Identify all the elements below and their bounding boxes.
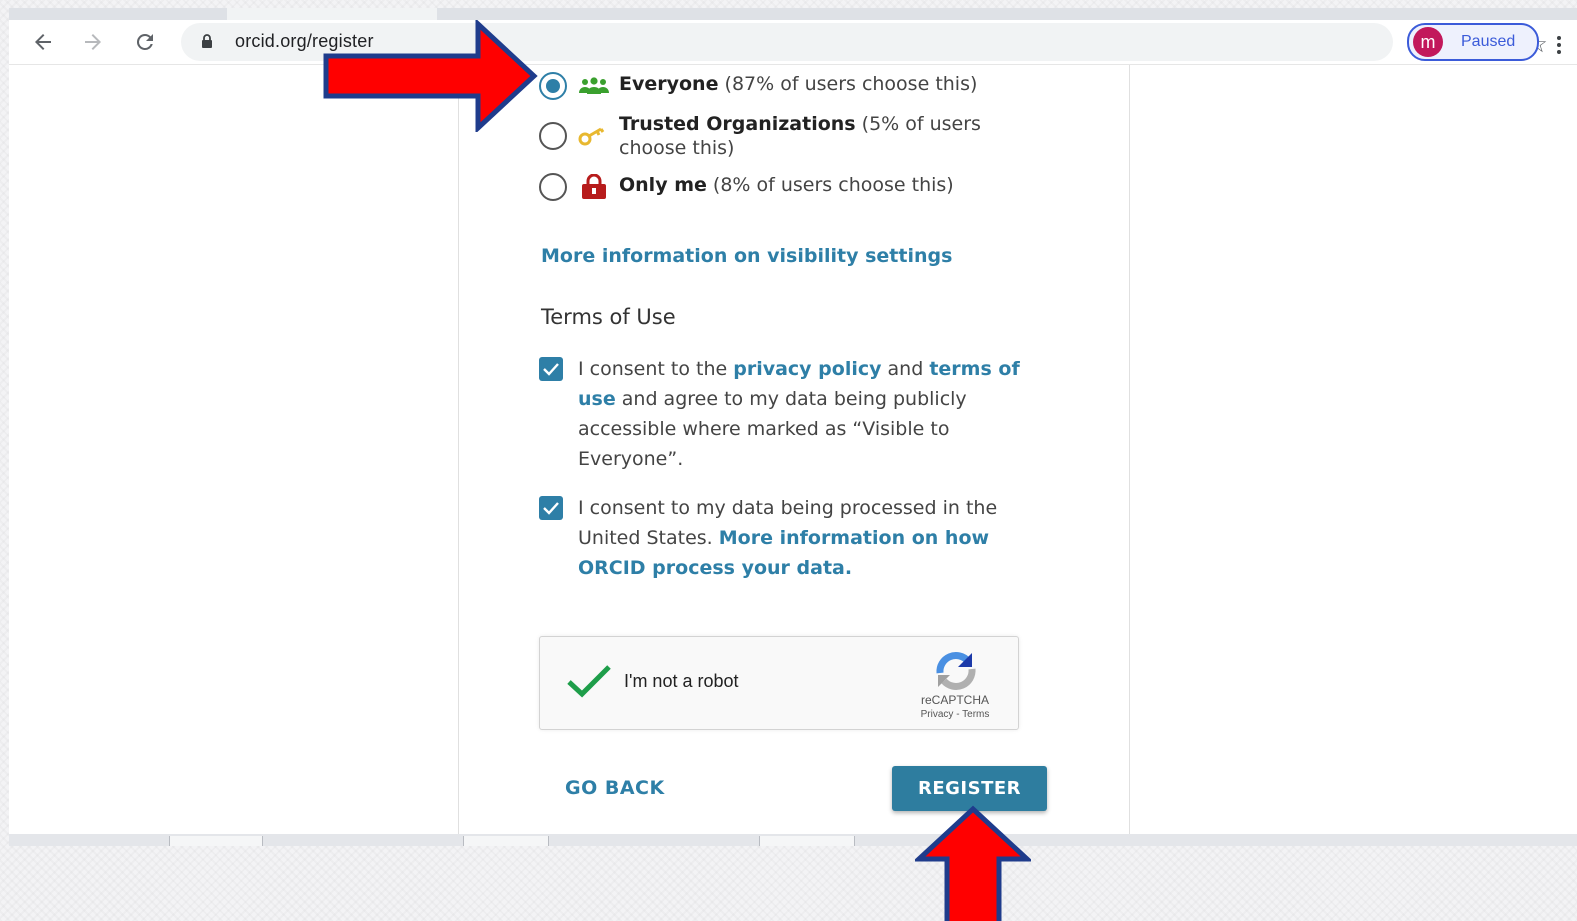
registration-card: Everyone (87% of users choose this) Trus… (458, 65, 1130, 846)
lock-icon (202, 34, 212, 48)
profile-button[interactable]: m Paused (1407, 23, 1539, 61)
visibility-info-link[interactable]: More information on visibility settings (541, 245, 952, 267)
forward-button[interactable] (75, 24, 111, 60)
profile-status: Paused (1461, 33, 1516, 50)
radio-trusted[interactable] (539, 122, 567, 150)
captcha-checkmark-icon[interactable] (566, 661, 612, 701)
active-tab[interactable] (227, 8, 437, 20)
annotation-arrow-up (915, 805, 1031, 921)
reload-button[interactable] (127, 24, 163, 60)
terms-heading: Terms of Use (541, 305, 676, 329)
recaptcha-links[interactable]: Privacy - Terms (902, 709, 1008, 720)
privacy-policy-link[interactable]: privacy policy (733, 358, 881, 380)
people-icon (577, 72, 611, 100)
visibility-label: Only me (8% of users choose this) (619, 174, 954, 196)
avatar: m (1413, 27, 1443, 57)
browser-toolbar: orcid.org/register ☆ m Paused (9, 20, 1577, 65)
consent-processing-row: I consent to my data being processed in … (539, 493, 1059, 583)
lock-icon (577, 173, 611, 201)
menu-kebab-icon[interactable] (1557, 34, 1563, 56)
forward-arrow-icon (85, 34, 101, 50)
back-button[interactable] (25, 24, 61, 60)
checkmark-icon (543, 502, 559, 515)
consent-processing-text: I consent to my data being processed in … (578, 497, 998, 579)
consent-privacy-text: I consent to the privacy policy and term… (578, 358, 1020, 470)
radio-only-me[interactable] (539, 173, 567, 201)
key-icon (577, 122, 611, 150)
consent-privacy-checkbox[interactable] (539, 357, 563, 381)
visibility-option-trusted[interactable]: Trusted Organizations (5% of users choos… (539, 113, 1019, 160)
tab-strip (9, 8, 1577, 20)
radio-everyone[interactable] (539, 72, 567, 100)
captcha-label: I'm not a robot (624, 671, 739, 691)
visibility-label: Trusted Organizations (5% of users choos… (619, 113, 981, 159)
checkmark-icon (543, 363, 559, 376)
annotation-arrow-right (323, 20, 538, 132)
recaptcha-brand: reCAPTCHA (920, 693, 989, 707)
recaptcha-logo-icon (936, 652, 976, 690)
visibility-option-everyone[interactable]: Everyone (87% of users choose this) (539, 72, 977, 100)
reload-icon (136, 33, 153, 50)
visibility-label: Everyone (87% of users choose this) (619, 73, 978, 95)
taskbar-strip (9, 834, 1577, 846)
consent-processing-checkbox[interactable] (539, 496, 563, 520)
recaptcha-widget: I'm not a robot reCAPTCHA Privacy - Term… (539, 636, 1019, 730)
go-back-button[interactable]: GO BACK (565, 777, 665, 799)
page-content: Everyone (87% of users choose this) Trus… (9, 65, 1577, 846)
browser-screenshot: orcid.org/register ☆ m Paused Everyone (… (9, 8, 1577, 846)
back-arrow-icon (35, 34, 51, 50)
consent-privacy-row: I consent to the privacy policy and term… (539, 354, 1059, 474)
visibility-option-only-me[interactable]: Only me (8% of users choose this) (539, 173, 954, 201)
